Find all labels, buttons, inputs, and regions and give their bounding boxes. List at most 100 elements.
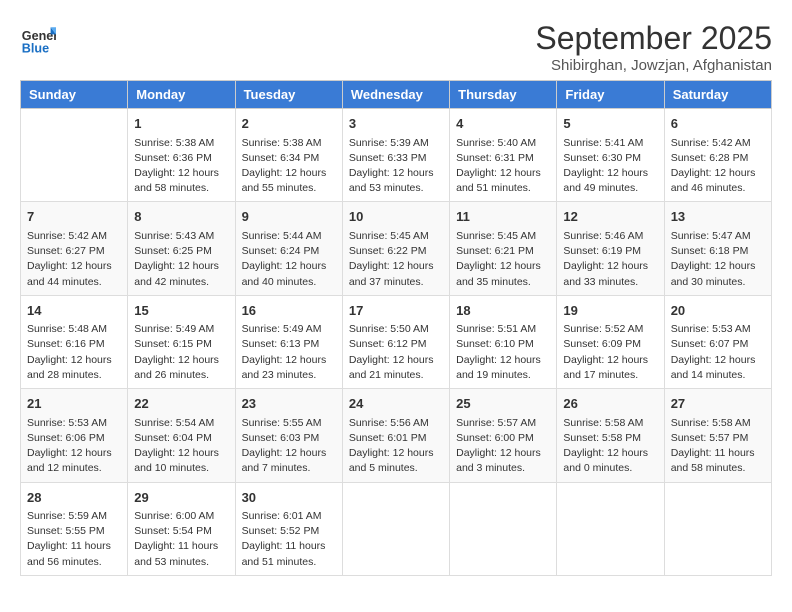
- day-number: 30: [242, 488, 336, 508]
- month-title: September 2025: [535, 20, 772, 57]
- day-info: Sunrise: 5:42 AM Sunset: 6:28 PM Dayligh…: [671, 136, 765, 197]
- calendar-cell: 28Sunrise: 5:59 AM Sunset: 5:55 PM Dayli…: [21, 482, 128, 575]
- weekday-header-row: SundayMondayTuesdayWednesdayThursdayFrid…: [21, 81, 772, 109]
- day-number: 12: [563, 207, 657, 227]
- calendar-cell: 1Sunrise: 5:38 AM Sunset: 6:36 PM Daylig…: [128, 109, 235, 202]
- calendar-cell: 30Sunrise: 6:01 AM Sunset: 5:52 PM Dayli…: [235, 482, 342, 575]
- day-info: Sunrise: 5:38 AM Sunset: 6:36 PM Dayligh…: [134, 136, 228, 197]
- day-number: 18: [456, 301, 550, 321]
- day-info: Sunrise: 5:57 AM Sunset: 6:00 PM Dayligh…: [456, 416, 550, 477]
- day-info: Sunrise: 5:53 AM Sunset: 6:07 PM Dayligh…: [671, 322, 765, 383]
- day-number: 13: [671, 207, 765, 227]
- calendar-cell: [450, 482, 557, 575]
- title-block: September 2025 Shibirghan, Jowzjan, Afgh…: [535, 20, 772, 74]
- day-info: Sunrise: 5:47 AM Sunset: 6:18 PM Dayligh…: [671, 229, 765, 290]
- day-number: 15: [134, 301, 228, 321]
- day-info: Sunrise: 5:58 AM Sunset: 5:57 PM Dayligh…: [671, 416, 765, 477]
- weekday-header-wednesday: Wednesday: [342, 81, 449, 109]
- calendar-cell: 3Sunrise: 5:39 AM Sunset: 6:33 PM Daylig…: [342, 109, 449, 202]
- calendar-cell: 17Sunrise: 5:50 AM Sunset: 6:12 PM Dayli…: [342, 295, 449, 388]
- calendar-cell: 11Sunrise: 5:45 AM Sunset: 6:21 PM Dayli…: [450, 202, 557, 295]
- day-info: Sunrise: 5:42 AM Sunset: 6:27 PM Dayligh…: [27, 229, 121, 290]
- day-number: 23: [242, 394, 336, 414]
- day-number: 29: [134, 488, 228, 508]
- calendar-cell: 9Sunrise: 5:44 AM Sunset: 6:24 PM Daylig…: [235, 202, 342, 295]
- day-info: Sunrise: 5:46 AM Sunset: 6:19 PM Dayligh…: [563, 229, 657, 290]
- day-info: Sunrise: 5:49 AM Sunset: 6:13 PM Dayligh…: [242, 322, 336, 383]
- calendar-cell: [557, 482, 664, 575]
- calendar-cell: 19Sunrise: 5:52 AM Sunset: 6:09 PM Dayli…: [557, 295, 664, 388]
- logo: General Blue: [20, 20, 58, 56]
- day-number: 19: [563, 301, 657, 321]
- day-info: Sunrise: 5:49 AM Sunset: 6:15 PM Dayligh…: [134, 322, 228, 383]
- day-number: 20: [671, 301, 765, 321]
- calendar-cell: 20Sunrise: 5:53 AM Sunset: 6:07 PM Dayli…: [664, 295, 771, 388]
- calendar-cell: 25Sunrise: 5:57 AM Sunset: 6:00 PM Dayli…: [450, 389, 557, 482]
- day-number: 27: [671, 394, 765, 414]
- calendar-cell: 21Sunrise: 5:53 AM Sunset: 6:06 PM Dayli…: [21, 389, 128, 482]
- day-info: Sunrise: 5:51 AM Sunset: 6:10 PM Dayligh…: [456, 322, 550, 383]
- day-info: Sunrise: 5:39 AM Sunset: 6:33 PM Dayligh…: [349, 136, 443, 197]
- day-info: Sunrise: 5:58 AM Sunset: 5:58 PM Dayligh…: [563, 416, 657, 477]
- day-number: 26: [563, 394, 657, 414]
- day-number: 24: [349, 394, 443, 414]
- calendar-cell: 5Sunrise: 5:41 AM Sunset: 6:30 PM Daylig…: [557, 109, 664, 202]
- day-info: Sunrise: 5:40 AM Sunset: 6:31 PM Dayligh…: [456, 136, 550, 197]
- calendar-cell: [21, 109, 128, 202]
- day-info: Sunrise: 6:00 AM Sunset: 5:54 PM Dayligh…: [134, 509, 228, 570]
- day-number: 7: [27, 207, 121, 227]
- calendar-week-2: 7Sunrise: 5:42 AM Sunset: 6:27 PM Daylig…: [21, 202, 772, 295]
- svg-text:Blue: Blue: [22, 41, 49, 55]
- day-number: 8: [134, 207, 228, 227]
- day-info: Sunrise: 5:38 AM Sunset: 6:34 PM Dayligh…: [242, 136, 336, 197]
- weekday-header-thursday: Thursday: [450, 81, 557, 109]
- calendar-week-4: 21Sunrise: 5:53 AM Sunset: 6:06 PM Dayli…: [21, 389, 772, 482]
- day-number: 22: [134, 394, 228, 414]
- day-info: Sunrise: 5:59 AM Sunset: 5:55 PM Dayligh…: [27, 509, 121, 570]
- day-number: 21: [27, 394, 121, 414]
- calendar-cell: 29Sunrise: 6:00 AM Sunset: 5:54 PM Dayli…: [128, 482, 235, 575]
- calendar-cell: 10Sunrise: 5:45 AM Sunset: 6:22 PM Dayli…: [342, 202, 449, 295]
- day-number: 5: [563, 114, 657, 134]
- day-info: Sunrise: 5:41 AM Sunset: 6:30 PM Dayligh…: [563, 136, 657, 197]
- day-info: Sunrise: 5:48 AM Sunset: 6:16 PM Dayligh…: [27, 322, 121, 383]
- day-number: 10: [349, 207, 443, 227]
- calendar-cell: 13Sunrise: 5:47 AM Sunset: 6:18 PM Dayli…: [664, 202, 771, 295]
- day-info: Sunrise: 5:56 AM Sunset: 6:01 PM Dayligh…: [349, 416, 443, 477]
- weekday-header-friday: Friday: [557, 81, 664, 109]
- logo-icon: General Blue: [20, 20, 56, 56]
- location-subtitle: Shibirghan, Jowzjan, Afghanistan: [535, 57, 772, 74]
- calendar-cell: 26Sunrise: 5:58 AM Sunset: 5:58 PM Dayli…: [557, 389, 664, 482]
- calendar-cell: [664, 482, 771, 575]
- calendar-cell: [342, 482, 449, 575]
- weekday-header-monday: Monday: [128, 81, 235, 109]
- weekday-header-sunday: Sunday: [21, 81, 128, 109]
- day-number: 9: [242, 207, 336, 227]
- day-info: Sunrise: 5:52 AM Sunset: 6:09 PM Dayligh…: [563, 322, 657, 383]
- calendar-cell: 18Sunrise: 5:51 AM Sunset: 6:10 PM Dayli…: [450, 295, 557, 388]
- weekday-header-saturday: Saturday: [664, 81, 771, 109]
- day-number: 25: [456, 394, 550, 414]
- calendar-table: SundayMondayTuesdayWednesdayThursdayFrid…: [20, 80, 772, 576]
- day-number: 17: [349, 301, 443, 321]
- day-number: 4: [456, 114, 550, 134]
- weekday-header-tuesday: Tuesday: [235, 81, 342, 109]
- calendar-cell: 8Sunrise: 5:43 AM Sunset: 6:25 PM Daylig…: [128, 202, 235, 295]
- day-info: Sunrise: 5:45 AM Sunset: 6:21 PM Dayligh…: [456, 229, 550, 290]
- day-info: Sunrise: 5:50 AM Sunset: 6:12 PM Dayligh…: [349, 322, 443, 383]
- day-number: 6: [671, 114, 765, 134]
- day-number: 28: [27, 488, 121, 508]
- day-info: Sunrise: 5:44 AM Sunset: 6:24 PM Dayligh…: [242, 229, 336, 290]
- calendar-cell: 6Sunrise: 5:42 AM Sunset: 6:28 PM Daylig…: [664, 109, 771, 202]
- calendar-cell: 4Sunrise: 5:40 AM Sunset: 6:31 PM Daylig…: [450, 109, 557, 202]
- day-info: Sunrise: 5:54 AM Sunset: 6:04 PM Dayligh…: [134, 416, 228, 477]
- day-info: Sunrise: 5:45 AM Sunset: 6:22 PM Dayligh…: [349, 229, 443, 290]
- day-number: 3: [349, 114, 443, 134]
- day-number: 16: [242, 301, 336, 321]
- calendar-cell: 27Sunrise: 5:58 AM Sunset: 5:57 PM Dayli…: [664, 389, 771, 482]
- calendar-cell: 14Sunrise: 5:48 AM Sunset: 6:16 PM Dayli…: [21, 295, 128, 388]
- calendar-cell: 16Sunrise: 5:49 AM Sunset: 6:13 PM Dayli…: [235, 295, 342, 388]
- day-info: Sunrise: 6:01 AM Sunset: 5:52 PM Dayligh…: [242, 509, 336, 570]
- calendar-week-5: 28Sunrise: 5:59 AM Sunset: 5:55 PM Dayli…: [21, 482, 772, 575]
- calendar-week-3: 14Sunrise: 5:48 AM Sunset: 6:16 PM Dayli…: [21, 295, 772, 388]
